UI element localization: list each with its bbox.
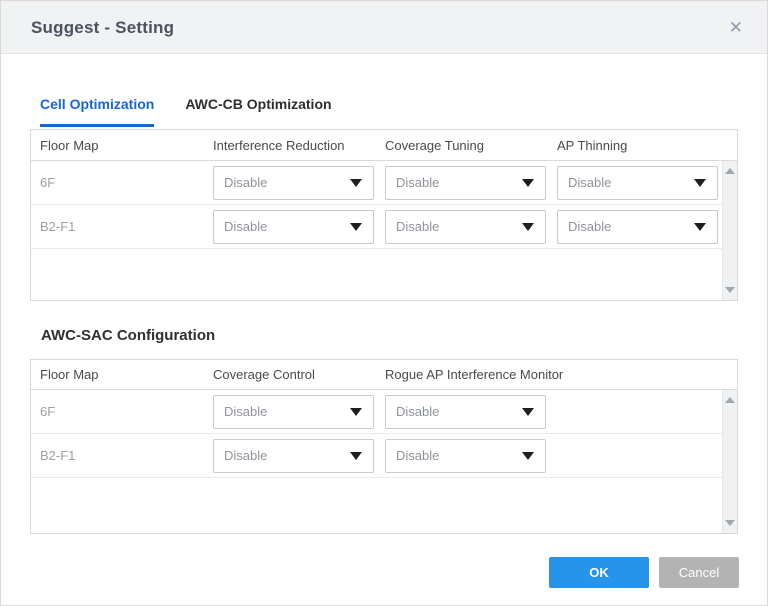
dropdown-value: Disable — [224, 211, 267, 243]
tab-awc-cb-optimization[interactable]: AWC-CB Optimization — [185, 96, 331, 127]
cell-optimization-table-header: Floor Map Interference Reduction Coverag… — [31, 130, 737, 161]
chevron-down-icon — [350, 179, 362, 187]
floor-map-label: B2-F1 — [40, 434, 75, 478]
rogue-ap-interference-monitor-dropdown-b2-f1[interactable]: Disable — [385, 439, 546, 473]
rogue-ap-interference-monitor-dropdown-6f[interactable]: Disable — [385, 395, 546, 429]
vertical-scrollbar[interactable] — [722, 161, 737, 300]
cancel-button[interactable]: Cancel — [659, 557, 739, 588]
dropdown-value: Disable — [396, 396, 439, 428]
chevron-down-icon — [350, 408, 362, 416]
close-icon[interactable]: ✕ — [729, 1, 743, 54]
chevron-down-icon — [350, 452, 362, 460]
scroll-up-icon[interactable] — [725, 397, 735, 403]
dropdown-value: Disable — [224, 167, 267, 199]
coverage-control-dropdown-6f[interactable]: Disable — [213, 395, 374, 429]
ok-button[interactable]: OK — [549, 557, 649, 588]
ap-thinning-dropdown-b2-f1[interactable]: Disable — [557, 210, 718, 244]
column-header-coverage-tuning: Coverage Tuning — [385, 130, 484, 160]
ap-thinning-dropdown-6f[interactable]: Disable — [557, 166, 718, 200]
floor-map-label: B2-F1 — [40, 205, 75, 249]
cell-optimization-table-body: 6F Disable Disable Disable B2-F1 Disable — [31, 161, 737, 300]
column-header-ap-thinning: AP Thinning — [557, 130, 627, 160]
chevron-down-icon — [522, 452, 534, 460]
dialog-header: Suggest - Setting ✕ — [1, 1, 767, 54]
column-header-interference-reduction: Interference Reduction — [213, 130, 345, 160]
column-header-rogue-ap-interference-monitor: Rogue AP Interference Monitor — [385, 360, 563, 389]
tab-cell-optimization[interactable]: Cell Optimization — [40, 96, 154, 127]
floor-map-label: 6F — [40, 390, 55, 434]
column-header-floor-map: Floor Map — [40, 130, 99, 160]
coverage-tuning-dropdown-b2-f1[interactable]: Disable — [385, 210, 546, 244]
chevron-down-icon — [694, 223, 706, 231]
chevron-down-icon — [350, 223, 362, 231]
awc-sac-table-body: 6F Disable Disable B2-F1 Disable Disable — [31, 390, 737, 533]
table-row-6f: 6F Disable Disable — [31, 390, 737, 434]
interference-reduction-dropdown-b2-f1[interactable]: Disable — [213, 210, 374, 244]
coverage-tuning-dropdown-6f[interactable]: Disable — [385, 166, 546, 200]
dialog-title: Suggest - Setting — [31, 1, 174, 54]
dropdown-value: Disable — [396, 440, 439, 472]
scroll-up-icon[interactable] — [725, 168, 735, 174]
floor-map-label: 6F — [40, 161, 55, 205]
scroll-down-icon[interactable] — [725, 287, 735, 293]
dropdown-value: Disable — [568, 211, 611, 243]
vertical-scrollbar[interactable] — [722, 390, 737, 533]
chevron-down-icon — [522, 179, 534, 187]
awc-sac-configuration-heading: AWC-SAC Configuration — [41, 327, 215, 344]
awc-sac-table-header: Floor Map Coverage Control Rogue AP Inte… — [31, 360, 737, 390]
scroll-down-icon[interactable] — [725, 520, 735, 526]
dropdown-value: Disable — [224, 440, 267, 472]
table-row-6f: 6F Disable Disable Disable — [31, 161, 737, 205]
column-header-coverage-control: Coverage Control — [213, 360, 315, 389]
tab-bar: Cell Optimization AWC-CB Optimization — [40, 96, 332, 127]
table-row-b2-f1: B2-F1 Disable Disable Disable — [31, 205, 737, 249]
dropdown-value: Disable — [224, 396, 267, 428]
dropdown-value: Disable — [396, 211, 439, 243]
cell-optimization-table: Floor Map Interference Reduction Coverag… — [30, 129, 738, 301]
suggest-setting-dialog: Suggest - Setting ✕ Cell Optimization AW… — [0, 0, 768, 606]
chevron-down-icon — [694, 179, 706, 187]
awc-sac-configuration-table: Floor Map Coverage Control Rogue AP Inte… — [30, 359, 738, 534]
column-header-floor-map: Floor Map — [40, 360, 99, 389]
chevron-down-icon — [522, 223, 534, 231]
interference-reduction-dropdown-6f[interactable]: Disable — [213, 166, 374, 200]
dropdown-value: Disable — [568, 167, 611, 199]
chevron-down-icon — [522, 408, 534, 416]
coverage-control-dropdown-b2-f1[interactable]: Disable — [213, 439, 374, 473]
dropdown-value: Disable — [396, 167, 439, 199]
table-row-b2-f1: B2-F1 Disable Disable — [31, 434, 737, 478]
